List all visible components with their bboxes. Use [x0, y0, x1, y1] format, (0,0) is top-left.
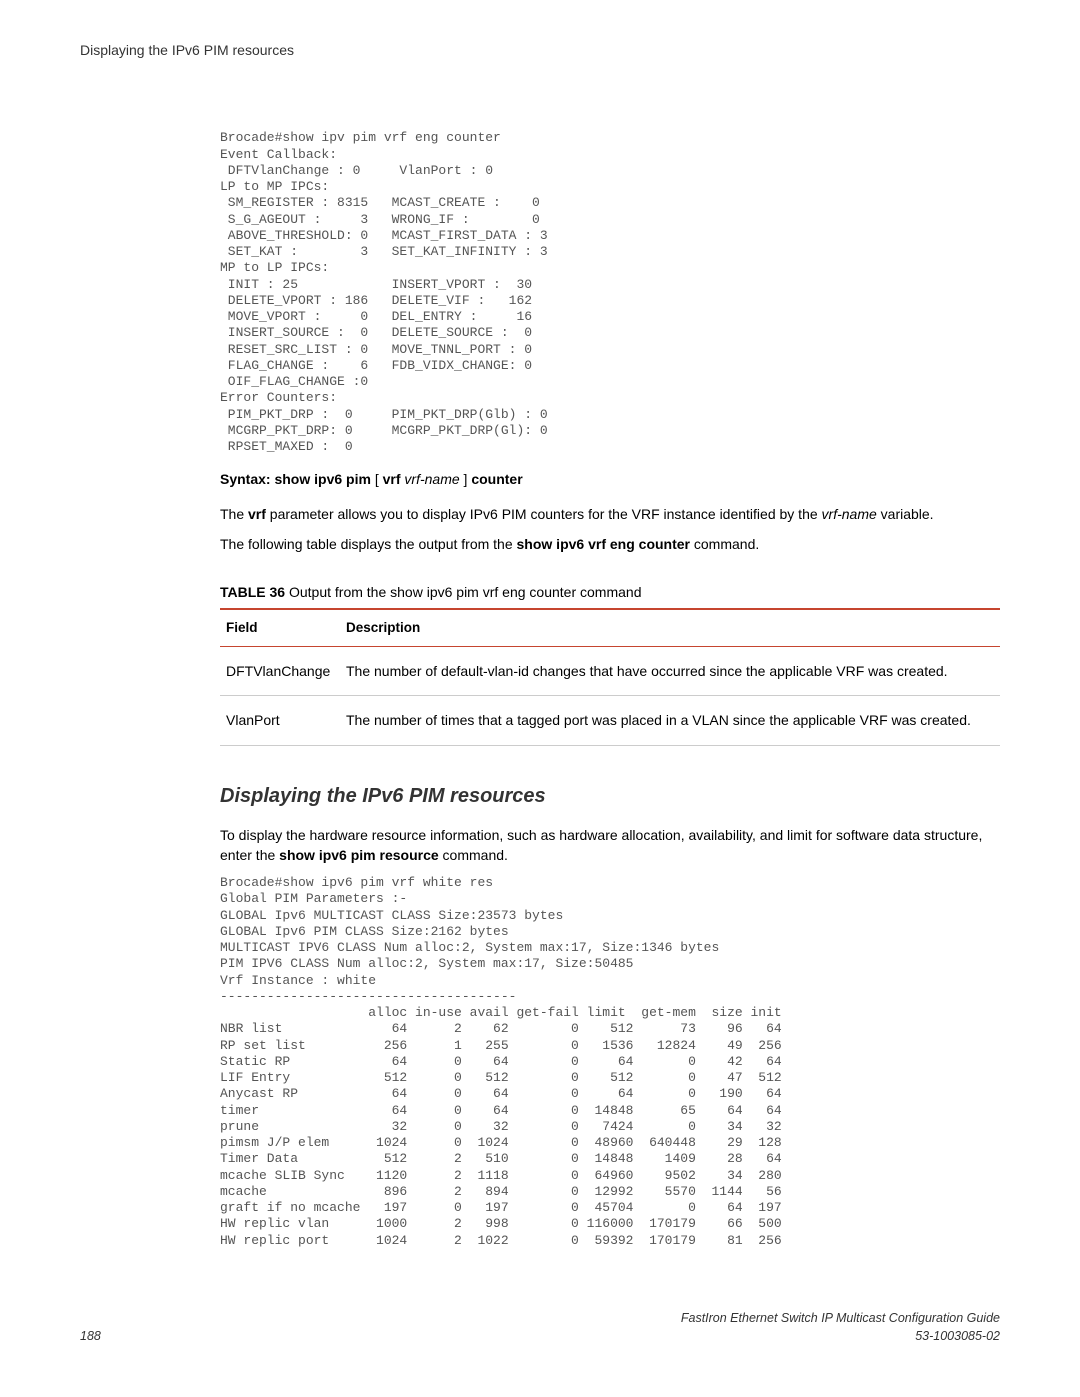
para3-b: command. — [439, 847, 508, 863]
table-row: DFTVlanChange The number of default-vlan… — [220, 647, 1000, 696]
table-cell-field: DFTVlanChange — [220, 647, 340, 696]
syntax-counter: counter — [471, 471, 522, 487]
table-cell-desc: The number of times that a tagged port w… — [340, 696, 1000, 745]
paragraph-table-intro: The following table displays the output … — [220, 534, 1000, 554]
para2-cmd: show ipv6 vrf eng counter — [517, 536, 690, 552]
table-header-row: Field Description — [220, 609, 1000, 646]
para1-vrf: vrf — [248, 506, 266, 522]
para1-a: The — [220, 506, 248, 522]
table-header-desc: Description — [340, 609, 1000, 646]
section-heading: Displaying the IPv6 PIM resources — [220, 782, 1000, 811]
para3-cmd: show ipv6 pim resource — [279, 847, 439, 863]
page-content: Brocade#show ipv pim vrf eng counter Eve… — [80, 130, 1000, 1249]
footer-doc-id: 53-1003085-02 — [915, 1329, 1000, 1343]
table-caption-text: Output from the show ipv6 pim vrf eng co… — [285, 584, 641, 600]
para2-a: The following table displays the output … — [220, 536, 517, 552]
table-cell-field: VlanPort — [220, 696, 340, 745]
cli-output-resource: Brocade#show ipv6 pim vrf white res Glob… — [220, 875, 1000, 1249]
table-caption-label: TABLE 36 — [220, 584, 285, 600]
paragraph-resource-intro: To display the hardware resource informa… — [220, 825, 1000, 866]
paragraph-vrf-desc: The vrf parameter allows you to display … — [220, 504, 1000, 524]
para1-b: parameter allows you to display IPv6 PIM… — [266, 506, 822, 522]
footer-right: FastIron Ethernet Switch IP Multicast Co… — [681, 1309, 1000, 1345]
syntax-line: Syntax: show ipv6 pim [ vrf vrf-name ] c… — [220, 469, 1000, 489]
page-footer: 188 FastIron Ethernet Switch IP Multicas… — [80, 1309, 1000, 1345]
field-description-table: Field Description DFTVlanChange The numb… — [220, 608, 1000, 745]
table-row: VlanPort The number of times that a tagg… — [220, 696, 1000, 745]
syntax-bracket-close: ] — [460, 471, 472, 487]
page-header: Displaying the IPv6 PIM resources — [80, 40, 1000, 60]
page-number: 188 — [80, 1327, 101, 1345]
para1-var: vrf-name — [822, 506, 877, 522]
para1-c: variable. — [877, 506, 934, 522]
syntax-bracket-open: [ — [371, 471, 383, 487]
table-cell-desc: The number of default-vlan-id changes th… — [340, 647, 1000, 696]
syntax-vrf: vrf — [383, 471, 401, 487]
syntax-prefix: Syntax: show ipv6 pim — [220, 471, 371, 487]
page-header-title: Displaying the IPv6 PIM resources — [80, 42, 294, 58]
footer-doc-title: FastIron Ethernet Switch IP Multicast Co… — [681, 1311, 1000, 1325]
table-header-field: Field — [220, 609, 340, 646]
table-caption: TABLE 36 Output from the show ipv6 pim v… — [220, 582, 1000, 602]
cli-output-counter: Brocade#show ipv pim vrf eng counter Eve… — [220, 130, 1000, 455]
para2-b: command. — [690, 536, 759, 552]
syntax-vrfname: vrf-name — [404, 471, 459, 487]
